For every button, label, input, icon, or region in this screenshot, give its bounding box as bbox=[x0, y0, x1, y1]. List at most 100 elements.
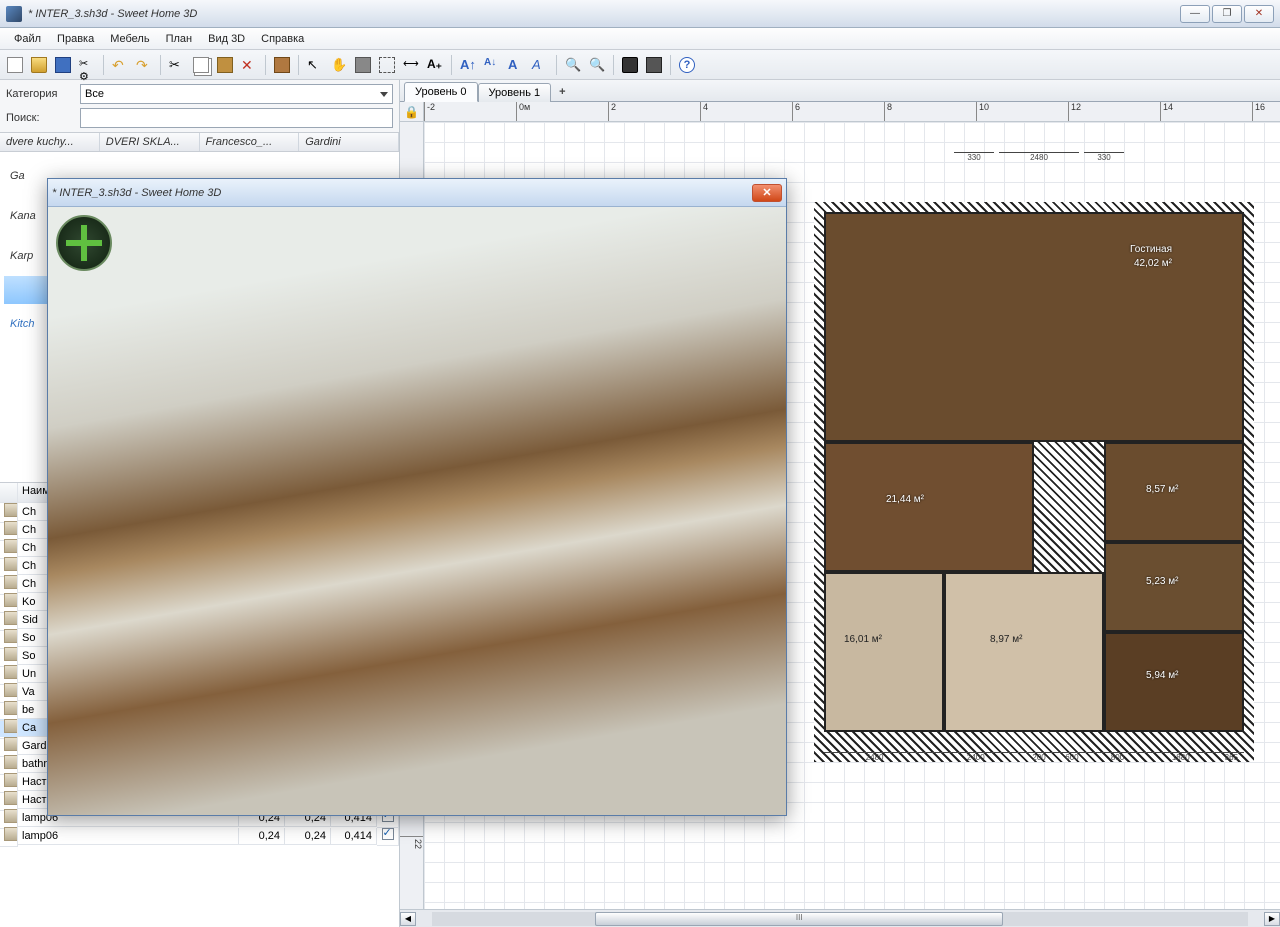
catalog-cell[interactable]: Gardini bbox=[299, 133, 399, 151]
room-area: 8,57 м² bbox=[1146, 484, 1178, 495]
undo-button[interactable]: ↶ bbox=[109, 54, 131, 76]
menu-help[interactable]: Справка bbox=[253, 30, 312, 48]
text-bigger-button[interactable]: A↑ bbox=[457, 54, 479, 76]
create-text-tool[interactable]: A₊ bbox=[424, 54, 446, 76]
window-title: * INTER_3.sh3d - Sweet Home 3D bbox=[28, 8, 197, 20]
dimension: 365 bbox=[1219, 752, 1244, 762]
room-3[interactable]: 8,57 м² bbox=[1104, 442, 1244, 542]
scroll-right-button[interactable]: ▶ bbox=[1264, 912, 1280, 926]
help-button[interactable]: ? bbox=[676, 54, 698, 76]
room-4[interactable]: 16,01 м² bbox=[824, 572, 944, 732]
room-gostinaya[interactable]: Гостиная 42,02 м² bbox=[824, 212, 1244, 442]
open-button[interactable] bbox=[28, 54, 50, 76]
paste-button[interactable] bbox=[214, 54, 236, 76]
ruler-tick: 8 bbox=[884, 102, 892, 121]
ruler-tick: 22 bbox=[400, 836, 423, 849]
close-button[interactable]: ✕ bbox=[1244, 5, 1274, 23]
navigation-compass[interactable] bbox=[56, 215, 112, 271]
dimension: 2400 bbox=[925, 752, 1026, 762]
scroll-left-button[interactable]: ◀ bbox=[400, 912, 416, 926]
ruler-tick: 0м bbox=[516, 102, 530, 121]
add-furniture-button[interactable] bbox=[271, 54, 293, 76]
level-tab-1[interactable]: Уровень 1 bbox=[478, 83, 552, 102]
category-value: Все bbox=[85, 88, 104, 100]
menubar: Файл Правка Мебель План Вид 3D Справка bbox=[0, 28, 1280, 50]
text-bold-button[interactable]: A bbox=[505, 54, 527, 76]
create-dimensions-tool[interactable]: ⟷ bbox=[400, 54, 422, 76]
select-tool[interactable]: ↖ bbox=[304, 54, 326, 76]
copy-button[interactable] bbox=[190, 54, 212, 76]
dimensions-bottom: 2480 2400 200 600 800 1880 365 bbox=[824, 752, 1244, 762]
catalog-cell[interactable]: Francesco_... bbox=[200, 133, 300, 151]
app-icon bbox=[6, 6, 22, 22]
menu-plan[interactable]: План bbox=[158, 30, 201, 48]
plan-lock-corner[interactable]: 🔒 bbox=[400, 102, 424, 121]
dimension: 200 bbox=[1026, 752, 1051, 762]
furniture-thumbnail-icon bbox=[4, 665, 18, 679]
furniture-thumbnail-icon bbox=[4, 701, 18, 715]
category-label: Категория bbox=[6, 88, 76, 100]
dimension: 330 bbox=[954, 152, 994, 162]
room-7[interactable]: 5,94 м² bbox=[1104, 632, 1244, 732]
ruler-tick: 14 bbox=[1160, 102, 1173, 121]
create-photo-button[interactable] bbox=[619, 54, 641, 76]
menu-edit[interactable]: Правка bbox=[49, 30, 102, 48]
room-area: 5,23 м² bbox=[1146, 576, 1178, 587]
create-video-button[interactable] bbox=[643, 54, 665, 76]
search-input[interactable] bbox=[80, 108, 393, 128]
catalog-cell[interactable]: dvere kuchy... bbox=[0, 133, 100, 151]
ruler-tick: 10 bbox=[976, 102, 989, 121]
menu-file[interactable]: Файл bbox=[6, 30, 49, 48]
furniture-thumbnail-icon bbox=[4, 539, 18, 553]
category-combo[interactable]: Все bbox=[80, 84, 393, 104]
furniture-thumbnail-icon bbox=[4, 773, 18, 787]
furniture-value: 0,24 bbox=[285, 828, 331, 845]
preferences-button[interactable]: ✂⚙ bbox=[76, 54, 98, 76]
create-walls-tool[interactable] bbox=[352, 54, 374, 76]
minimize-button[interactable]: — bbox=[1180, 5, 1210, 23]
scrollbar-thumb[interactable]: III bbox=[595, 912, 1003, 926]
room-2[interactable]: 21,44 м² bbox=[824, 442, 1034, 572]
visibility-checkbox[interactable] bbox=[382, 828, 394, 840]
menu-furniture[interactable]: Мебель bbox=[102, 30, 157, 48]
level-tab-0[interactable]: Уровень 0 bbox=[404, 82, 478, 102]
furniture-name: lamp06 bbox=[18, 828, 239, 845]
room-5[interactable]: 8,97 м² bbox=[944, 572, 1104, 732]
view3d-titlebar[interactable]: * INTER_3.sh3d - Sweet Home 3D ✕ bbox=[48, 179, 786, 207]
view3d-close-button[interactable]: ✕ bbox=[752, 184, 782, 202]
redo-button[interactable]: ↷ bbox=[133, 54, 155, 76]
view3d-window[interactable]: * INTER_3.sh3d - Sweet Home 3D ✕ bbox=[47, 178, 787, 816]
furniture-thumbnail-icon bbox=[4, 521, 18, 535]
dimension: 800 bbox=[1092, 752, 1143, 762]
maximize-button[interactable]: ❐ bbox=[1212, 5, 1242, 23]
plan-horizontal-scrollbar[interactable]: ◀ III ▶ bbox=[400, 909, 1280, 927]
furniture-thumbnail-icon bbox=[4, 737, 18, 751]
text-smaller-button[interactable]: A↓ bbox=[481, 54, 503, 76]
text-italic-button[interactable]: A bbox=[529, 54, 551, 76]
furniture-value: 0,24 bbox=[239, 828, 285, 845]
dimension: 1880 bbox=[1143, 752, 1219, 762]
search-label: Поиск: bbox=[6, 112, 76, 124]
horizontal-ruler: -20м246810121416 bbox=[424, 102, 1280, 121]
zoom-in-button[interactable]: 🔍 bbox=[562, 54, 584, 76]
catalog-cell[interactable]: DVERI SKLA... bbox=[100, 133, 200, 151]
level-tabs: Уровень 0 Уровень 1 + bbox=[400, 80, 1280, 102]
furniture-thumbnail-icon bbox=[4, 557, 18, 571]
cut-button[interactable]: ✂ bbox=[166, 54, 188, 76]
catalog-column-headers: dvere kuchy... DVERI SKLA... Francesco_.… bbox=[0, 132, 399, 152]
furniture-thumbnail-icon bbox=[4, 755, 18, 769]
delete-button[interactable]: ✕ bbox=[238, 54, 260, 76]
zoom-out-button[interactable]: 🔍 bbox=[586, 54, 608, 76]
create-rooms-tool[interactable] bbox=[376, 54, 398, 76]
view3d-canvas[interactable] bbox=[48, 207, 786, 815]
new-button[interactable] bbox=[4, 54, 26, 76]
furniture-row[interactable]: lamp060,240,240,414 bbox=[0, 827, 399, 845]
room-6[interactable]: 5,23 м² bbox=[1104, 542, 1244, 632]
lock-icon: 🔒 bbox=[404, 105, 419, 119]
floor-plan: Гостиная 42,02 м² 21,44 м² 8,57 м² 16,01… bbox=[824, 142, 1254, 762]
save-button[interactable] bbox=[52, 54, 74, 76]
add-level-button[interactable]: + bbox=[551, 83, 573, 101]
pan-tool[interactable]: ✋ bbox=[328, 54, 350, 76]
dimension: 330 bbox=[1084, 152, 1124, 162]
menu-view3d[interactable]: Вид 3D bbox=[200, 30, 253, 48]
